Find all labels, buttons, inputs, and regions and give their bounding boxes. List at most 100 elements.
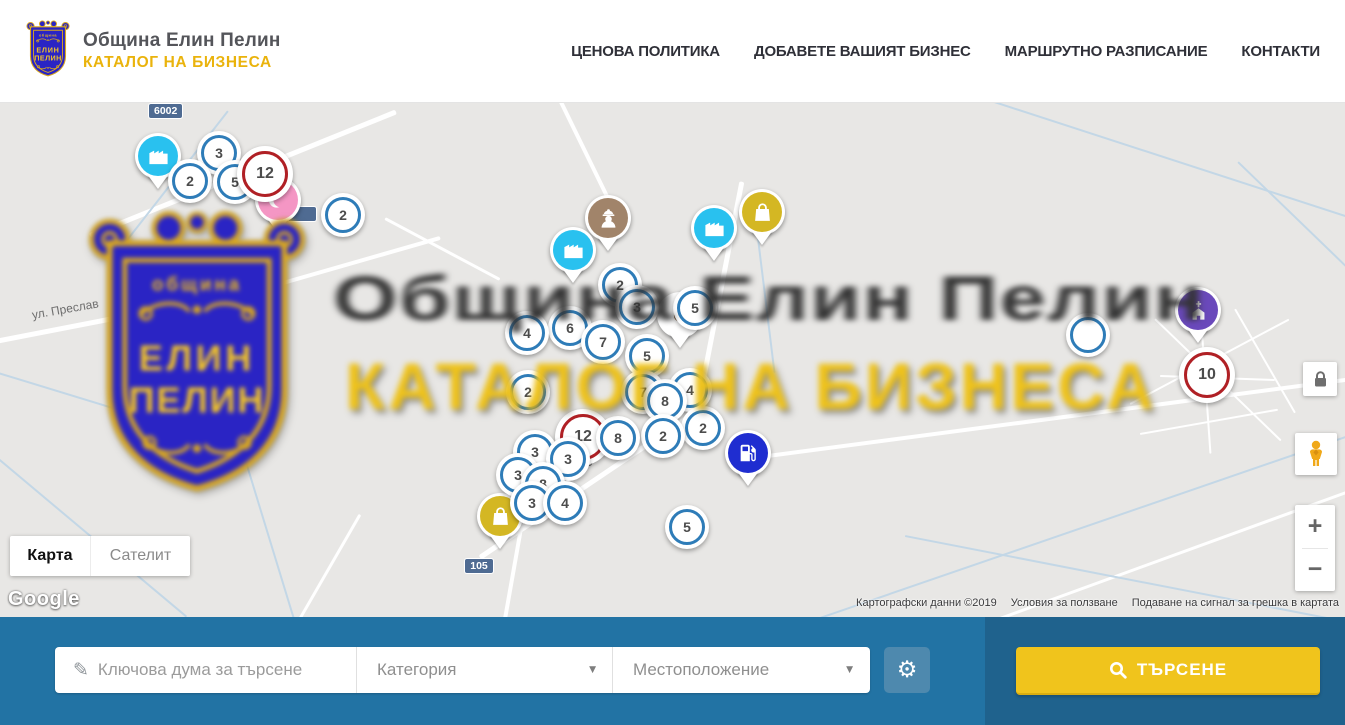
search-button[interactable]: ТЪРСЕНЕ [1016,647,1320,695]
cluster-marker[interactable]: 4 [543,481,587,525]
map-road [1234,309,1296,414]
street-label: ул. Преслав [31,296,100,321]
report-map-error-link[interactable]: Подаване на сигнал за грешка в картата [1132,597,1339,609]
search-fields-group: ✎ Категория ▼ Местоположение ▼ [55,647,870,693]
svg-text:ПЕЛИН: ПЕЛИН [129,379,266,420]
map-view-button[interactable]: Карта [10,536,90,576]
main-nav: ЦЕНОВА ПОЛИТИКА ДОБАВЕТЕ ВАШИЯТ БИЗНЕС М… [571,0,1320,103]
cluster-count [1066,313,1110,357]
water-line [0,371,182,430]
nav-item-contacts[interactable]: КОНТАКТИ [1241,43,1320,60]
advanced-search-button[interactable]: ⚙ [884,647,930,693]
pin-tail [703,246,725,261]
site-logo[interactable]: община ЕЛИН ПЕЛИН Община Елин Пелин КАТА… [25,20,281,82]
cluster-marker[interactable]: 2 [506,370,550,414]
category-select-label: Категория [377,660,456,680]
cluster-count: 7 [581,320,625,364]
google-logo[interactable]: Google [8,588,80,611]
terms-of-use-link[interactable]: Условия за ползване [1011,597,1118,609]
cluster-marker[interactable]: 7 [581,320,625,364]
pin-fuel[interactable] [725,430,771,489]
cluster-marker[interactable]: 5 [673,286,717,330]
cluster-marker[interactable]: 8 [596,416,640,460]
cluster-marker[interactable]: 4 [505,311,549,355]
map-road [299,514,362,617]
water-line [1237,161,1345,267]
nav-item-route-schedule[interactable]: МАРШРУТНО РАЗПИСАНИЕ [1005,43,1208,60]
pin-tail [147,174,169,189]
pin-tail [751,230,773,245]
svg-text:ЕЛИН: ЕЛИН [139,338,256,379]
pin-factory[interactable] [550,227,596,286]
cluster-marker[interactable]: 2 [681,406,725,450]
pencil-icon: ✎ [73,659,89,681]
street-view-pegman[interactable] [1295,433,1337,475]
keyword-field: ✎ [55,647,357,693]
cluster-count: 5 [665,505,709,549]
keyword-search-input[interactable] [98,660,348,680]
pin-factory[interactable] [691,205,737,264]
municipality-crest-icon: община ЕЛИН ПЕЛИН [25,20,71,82]
road-shield-label: 105 [464,558,494,574]
scroll-lock-control [1303,362,1337,396]
map-canvas[interactable]: община ЕЛИН ПЕЛИН Община Елин Пелин КАТА… [0,103,1345,617]
map-type-control: Карта Сателит [10,536,190,576]
search-icon [1109,661,1127,679]
pin-bag[interactable] [739,189,785,248]
map-road [247,236,440,295]
map-road [999,470,1345,617]
cluster-marker[interactable]: 10 [1179,347,1235,403]
cluster-marker[interactable] [1066,313,1110,357]
pin-tail [562,268,584,283]
cluster-count: 4 [505,311,549,355]
cluster-count: 12 [237,146,293,202]
cluster-count: 2 [681,406,725,450]
zoom-in-button[interactable]: + [1295,505,1335,548]
cluster-marker[interactable]: 2 [321,193,365,237]
gear-icon: ⚙ [897,659,918,682]
factory-icon [553,230,593,270]
road-shield-label: 6002 [148,103,183,119]
svg-text:община: община [39,33,57,37]
pin-tail [489,534,511,549]
site-header: община ЕЛИН ПЕЛИН Община Елин Пелин КАТА… [0,0,1345,103]
svg-text:ЕЛИН: ЕЛИН [36,45,59,54]
water-line [985,103,1345,217]
map-data-copyright: Картографски данни ©2019 [856,597,997,609]
bag-icon [742,192,782,232]
search-action-panel: ТЪРСЕНЕ [985,617,1345,725]
cluster-marker[interactable]: 5 [665,505,709,549]
cluster-marker[interactable]: 12 [237,146,293,202]
zoom-control: + − [1295,505,1335,591]
category-select[interactable]: Категория ▼ [357,647,613,693]
water-line [237,436,296,617]
nav-item-pricing[interactable]: ЦЕНОВА ПОЛИТИКА [571,43,720,60]
cluster-marker[interactable]: 2 [168,159,212,203]
cluster-count: 2 [641,414,685,458]
nav-item-add-business[interactable]: ДОБАВЕТЕ ВАШИЯТ БИЗНЕС [754,43,971,60]
zoom-out-button[interactable]: − [1295,549,1335,592]
cluster-count: 2 [168,159,212,203]
search-bar: ✎ Категория ▼ Местоположение ▼ ⚙ ТЪРСЕНЕ [0,617,1345,725]
cluster-count: 4 [543,481,587,525]
cluster-count: 10 [1179,347,1235,403]
satellite-view-button[interactable]: Сателит [90,536,190,576]
cluster-count: 8 [596,416,640,460]
church-icon [1178,290,1218,330]
pin-tail [737,471,759,486]
factory-icon [694,208,734,248]
map-attribution: Картографски данни ©2019 Условия за полз… [856,597,1339,609]
pin-tail [1187,328,1209,343]
chevron-down-icon: ▼ [846,665,853,675]
cluster-count: 5 [673,286,717,330]
location-select[interactable]: Местоположение ▼ [613,647,869,693]
pin-tail [267,218,289,233]
cluster-marker[interactable]: 2 [641,414,685,458]
logo-text: Община Елин Пелин КАТАЛОГ НА БИЗНЕСА [83,30,281,72]
lock-icon [1313,371,1328,388]
pin-tail [597,236,619,251]
cluster-count: 2 [321,193,365,237]
cluster-count: 2 [506,370,550,414]
pin-church[interactable] [1175,287,1221,346]
search-fields-panel: ✎ Категория ▼ Местоположение ▼ ⚙ [0,617,985,725]
